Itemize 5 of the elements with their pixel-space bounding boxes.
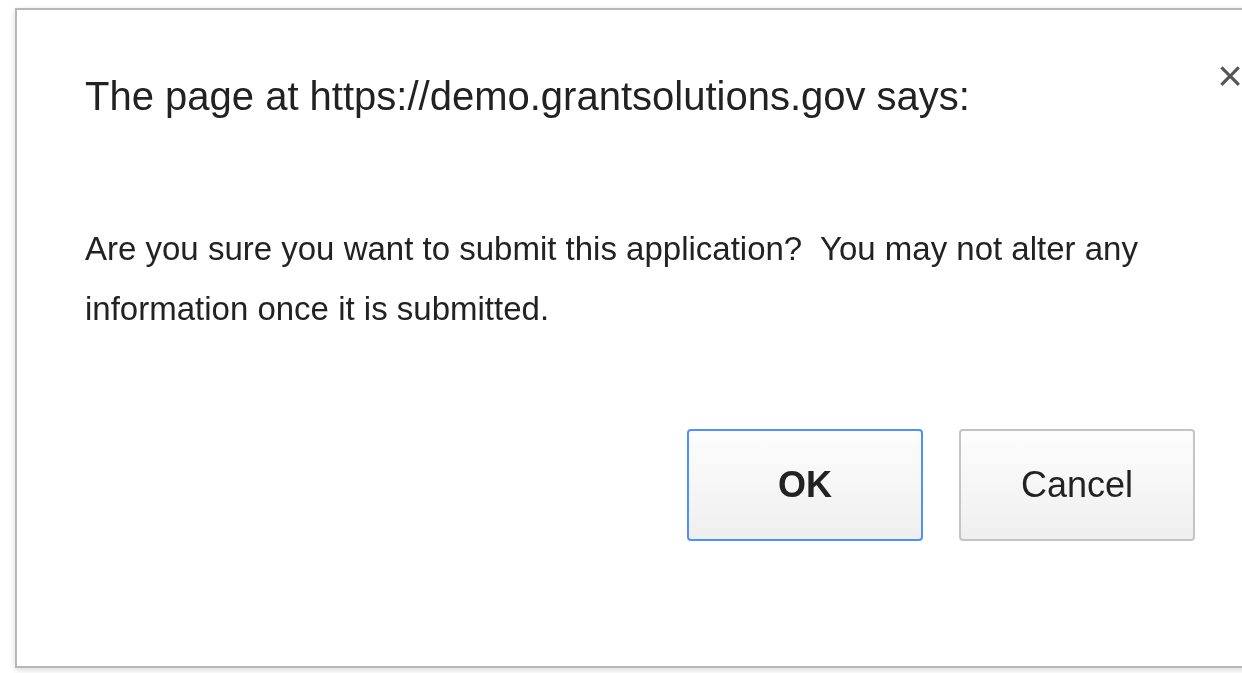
close-button[interactable]: × [1213, 54, 1242, 98]
default-button[interactable]: OK [687, 429, 923, 541]
dialog-title: The page at https://demo.grantsolutions.gov says: [85, 74, 971, 119]
dialog-button[interactable]: Cancel [959, 429, 1195, 541]
dialog-message: Are you sure you want to submit this application? You may not alter any information once it is submitted. [85, 229, 1139, 329]
